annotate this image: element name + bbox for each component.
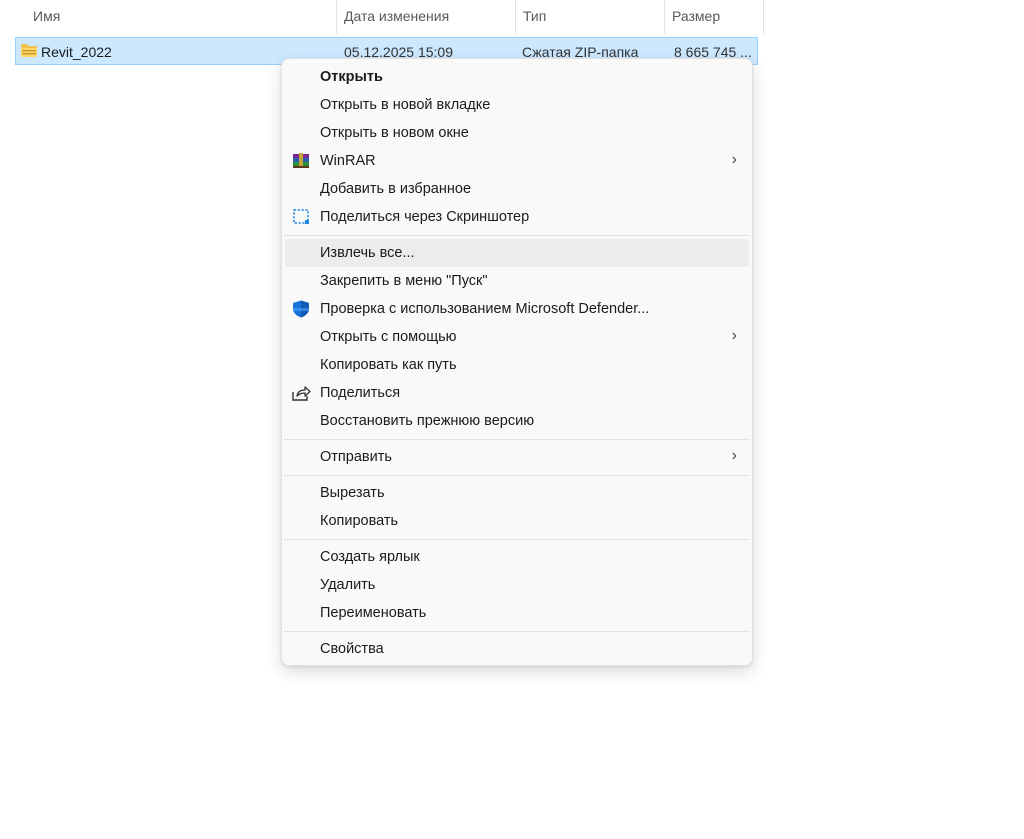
menu-item-label: Открыть (320, 69, 383, 85)
menu-item-label: Удалить (320, 577, 376, 593)
menu-item-label: WinRAR (320, 153, 376, 169)
menu-item-label: Закрепить в меню "Пуск" (320, 273, 488, 289)
menu-item-label: Открыть с помощью (320, 329, 457, 345)
menu-separator (284, 475, 750, 476)
menu-item-label: Открыть в новой вкладке (320, 97, 491, 113)
menu-separator (284, 631, 750, 632)
menu-item-open-with[interactable]: Открыть с помощью › (285, 323, 749, 351)
menu-item-share[interactable]: Поделиться (285, 379, 749, 407)
menu-item-label: Отправить (320, 449, 392, 465)
column-divider[interactable] (763, 0, 764, 34)
winrar-icon (293, 153, 309, 168)
menu-item-copy[interactable]: Копировать (285, 507, 749, 535)
menu-item-pin-start[interactable]: Закрепить в меню "Пуск" (285, 267, 749, 295)
menu-item-open-new-tab[interactable]: Открыть в новой вкладке (285, 91, 749, 119)
explorer-view: ˆ Имя Дата изменения Тип Размер Revit_20… (0, 0, 1024, 839)
menu-item-label: Вырезать (320, 485, 385, 501)
screenshoter-icon (293, 209, 309, 224)
menu-item-label: Копировать как путь (320, 357, 457, 373)
menu-item-label: Открыть в новом окне (320, 125, 469, 141)
menu-separator (284, 439, 750, 440)
menu-item-create-shortcut[interactable]: Создать ярлык (285, 543, 749, 571)
column-header: ˆ Имя Дата изменения Тип Размер (0, 0, 764, 34)
chevron-right-icon: › (731, 327, 737, 344)
defender-shield-icon (293, 300, 309, 318)
menu-item-share-screenshoter[interactable]: Поделиться через Скриншотер (285, 203, 749, 231)
menu-item-label: Проверка с использованием Microsoft Defe… (320, 301, 650, 317)
menu-item-add-favorites[interactable]: Добавить в избранное (285, 175, 749, 203)
menu-item-label: Извлечь все... (320, 245, 415, 261)
share-icon (292, 386, 311, 401)
context-menu: Открыть Открыть в новой вкладке Открыть … (281, 58, 753, 666)
menu-item-defender-scan[interactable]: Проверка с использованием Microsoft Defe… (285, 295, 749, 323)
menu-item-cut[interactable]: Вырезать (285, 479, 749, 507)
menu-separator (284, 235, 750, 236)
menu-item-extract-all[interactable]: Извлечь все... (285, 239, 749, 267)
menu-item-label: Переименовать (320, 605, 427, 621)
menu-item-send-to[interactable]: Отправить › (285, 443, 749, 471)
menu-item-copy-as-path[interactable]: Копировать как путь (285, 351, 749, 379)
menu-item-open[interactable]: Открыть (285, 63, 749, 91)
file-name: Revit_2022 (41, 44, 112, 60)
menu-item-label: Восстановить прежнюю версию (320, 413, 535, 429)
column-type[interactable]: Тип (516, 0, 664, 32)
column-size[interactable]: Размер (665, 0, 763, 32)
menu-item-rename[interactable]: Переименовать (285, 599, 749, 627)
menu-item-label: Копировать (320, 513, 399, 529)
menu-item-restore-previous[interactable]: Восстановить прежнюю версию (285, 407, 749, 435)
menu-item-winrar[interactable]: WinRAR › (285, 147, 749, 175)
menu-item-label: Поделиться через Скриншотер (320, 209, 530, 225)
zip-folder-icon (21, 44, 37, 57)
chevron-right-icon: › (731, 447, 737, 464)
menu-separator (284, 539, 750, 540)
column-name[interactable]: Имя (26, 0, 336, 32)
menu-item-delete[interactable]: Удалить (285, 571, 749, 599)
menu-item-label: Свойства (320, 641, 384, 657)
menu-item-label: Поделиться (320, 385, 401, 401)
menu-item-properties[interactable]: Свойства (285, 635, 749, 663)
chevron-right-icon: › (731, 151, 737, 168)
menu-item-open-new-window[interactable]: Открыть в новом окне (285, 119, 749, 147)
column-modified[interactable]: Дата изменения (337, 0, 515, 32)
menu-item-label: Добавить в избранное (320, 181, 472, 197)
menu-item-label: Создать ярлык (320, 549, 420, 565)
